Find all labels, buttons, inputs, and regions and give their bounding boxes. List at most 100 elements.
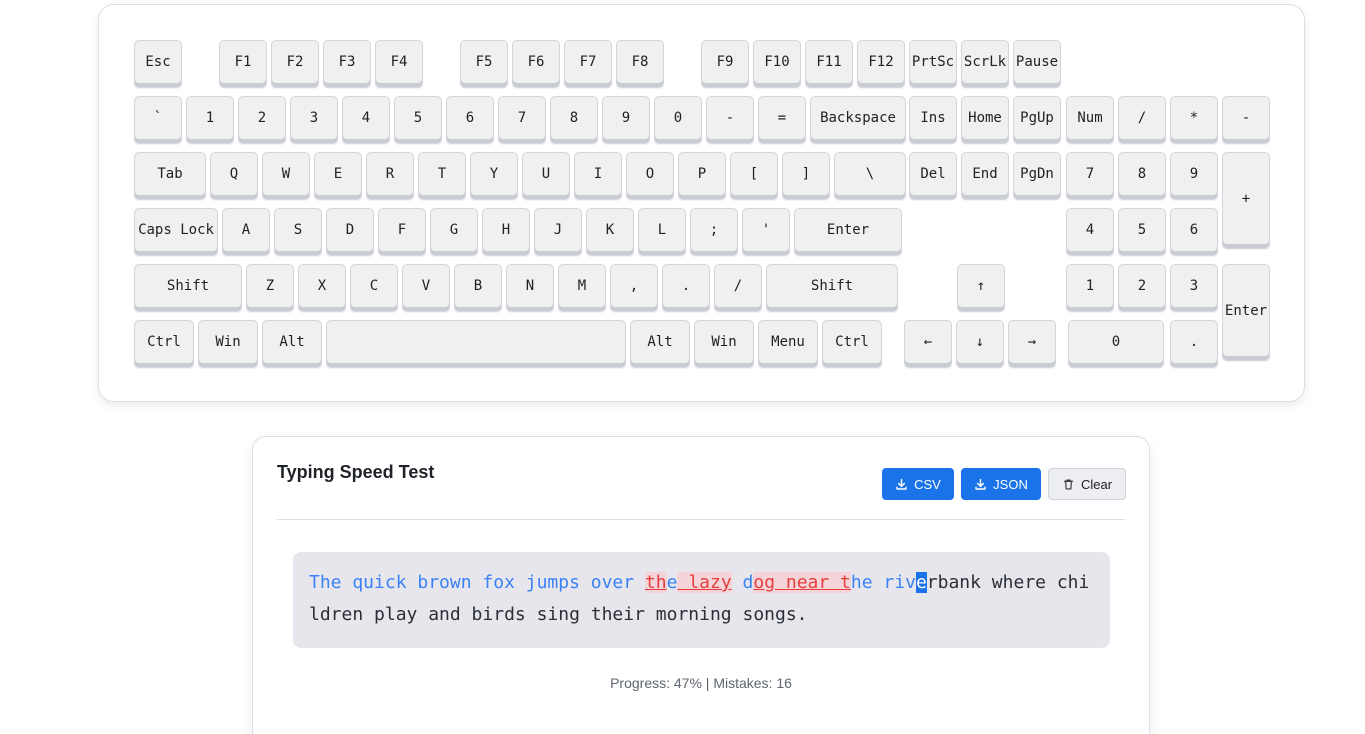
- key-num-minus[interactable]: -: [1222, 96, 1270, 144]
- key-backslash[interactable]: \: [834, 152, 906, 200]
- key-e[interactable]: E: [314, 152, 362, 200]
- key-quote[interactable]: ': [742, 208, 790, 256]
- key-num-6[interactable]: 6: [1170, 208, 1218, 256]
- key-p[interactable]: P: [678, 152, 726, 200]
- key-num-decimal[interactable]: .: [1170, 320, 1218, 368]
- key-num-4[interactable]: 4: [1066, 208, 1114, 256]
- key-num-divide[interactable]: /: [1118, 96, 1166, 144]
- key-slash[interactable]: /: [714, 264, 762, 312]
- key-rbracket[interactable]: ]: [782, 152, 830, 200]
- clear-button[interactable]: Clear: [1048, 468, 1126, 500]
- key-w[interactable]: W: [262, 152, 310, 200]
- key-prtsc[interactable]: PrtSc: [909, 40, 957, 88]
- key-alt-right[interactable]: Alt: [630, 320, 690, 368]
- key-f4[interactable]: F4: [375, 40, 423, 88]
- key-numlock[interactable]: Num: [1066, 96, 1114, 144]
- key-arrow-down[interactable]: ↓: [956, 320, 1004, 368]
- key-del[interactable]: Del: [909, 152, 957, 200]
- key-pgup[interactable]: PgUp: [1013, 96, 1061, 144]
- key-num-9[interactable]: 9: [1170, 152, 1218, 200]
- typing-text-area[interactable]: The quick brown fox jumps over the lazy …: [293, 552, 1110, 648]
- key-v[interactable]: V: [402, 264, 450, 312]
- key-4[interactable]: 4: [342, 96, 390, 144]
- key-num-enter[interactable]: Enter: [1222, 264, 1270, 361]
- key-7[interactable]: 7: [498, 96, 546, 144]
- key-scrlk[interactable]: ScrLk: [961, 40, 1009, 88]
- key-home[interactable]: Home: [961, 96, 1009, 144]
- key-minus[interactable]: -: [706, 96, 754, 144]
- key-capslock[interactable]: Caps Lock: [134, 208, 218, 256]
- key-backtick[interactable]: `: [134, 96, 182, 144]
- key-3[interactable]: 3: [290, 96, 338, 144]
- key-o[interactable]: O: [626, 152, 674, 200]
- key-2[interactable]: 2: [238, 96, 286, 144]
- key-end[interactable]: End: [961, 152, 1009, 200]
- key-num-0[interactable]: 0: [1068, 320, 1164, 368]
- key-f[interactable]: F: [378, 208, 426, 256]
- key-win-right[interactable]: Win: [694, 320, 754, 368]
- key-win-left[interactable]: Win: [198, 320, 258, 368]
- key-u[interactable]: U: [522, 152, 570, 200]
- key-f7[interactable]: F7: [564, 40, 612, 88]
- key-backspace[interactable]: Backspace: [810, 96, 906, 144]
- key-num-3[interactable]: 3: [1170, 264, 1218, 312]
- key-num-1[interactable]: 1: [1066, 264, 1114, 312]
- key-f1[interactable]: F1: [219, 40, 267, 88]
- key-arrow-left[interactable]: ←: [904, 320, 952, 368]
- key-shift-right[interactable]: Shift: [766, 264, 898, 312]
- key-arrow-up[interactable]: ↑: [957, 264, 1005, 312]
- key-lbracket[interactable]: [: [730, 152, 778, 200]
- key-0[interactable]: 0: [654, 96, 702, 144]
- key-f8[interactable]: F8: [616, 40, 664, 88]
- key-f11[interactable]: F11: [805, 40, 853, 88]
- export-json-button[interactable]: JSON: [961, 468, 1041, 500]
- key-alt-left[interactable]: Alt: [262, 320, 322, 368]
- key-r[interactable]: R: [366, 152, 414, 200]
- key-x[interactable]: X: [298, 264, 346, 312]
- key-arrow-right[interactable]: →: [1008, 320, 1056, 368]
- key-5[interactable]: 5: [394, 96, 442, 144]
- key-tab[interactable]: Tab: [134, 152, 206, 200]
- key-num-2[interactable]: 2: [1118, 264, 1166, 312]
- key-num-7[interactable]: 7: [1066, 152, 1114, 200]
- key-8[interactable]: 8: [550, 96, 598, 144]
- key-6[interactable]: 6: [446, 96, 494, 144]
- key-f6[interactable]: F6: [512, 40, 560, 88]
- key-ins[interactable]: Ins: [909, 96, 957, 144]
- key-c[interactable]: C: [350, 264, 398, 312]
- key-b[interactable]: B: [454, 264, 502, 312]
- key-z[interactable]: Z: [246, 264, 294, 312]
- key-a[interactable]: A: [222, 208, 270, 256]
- key-pgdn[interactable]: PgDn: [1013, 152, 1061, 200]
- key-h[interactable]: H: [482, 208, 530, 256]
- export-csv-button[interactable]: CSV: [882, 468, 954, 500]
- key-t[interactable]: T: [418, 152, 466, 200]
- key-period[interactable]: .: [662, 264, 710, 312]
- key-i[interactable]: I: [574, 152, 622, 200]
- key-g[interactable]: G: [430, 208, 478, 256]
- key-shift-left[interactable]: Shift: [134, 264, 242, 312]
- key-space[interactable]: [326, 320, 626, 368]
- key-l[interactable]: L: [638, 208, 686, 256]
- key-n[interactable]: N: [506, 264, 554, 312]
- key-f2[interactable]: F2: [271, 40, 319, 88]
- key-q[interactable]: Q: [210, 152, 258, 200]
- key-num-plus[interactable]: +: [1222, 152, 1270, 249]
- key-num-8[interactable]: 8: [1118, 152, 1166, 200]
- key-semicolon[interactable]: ;: [690, 208, 738, 256]
- key-j[interactable]: J: [534, 208, 582, 256]
- key-k[interactable]: K: [586, 208, 634, 256]
- key-m[interactable]: M: [558, 264, 606, 312]
- key-ctrl-right[interactable]: Ctrl: [822, 320, 882, 368]
- key-y[interactable]: Y: [470, 152, 518, 200]
- key-f3[interactable]: F3: [323, 40, 371, 88]
- key-9[interactable]: 9: [602, 96, 650, 144]
- key-equals[interactable]: =: [758, 96, 806, 144]
- key-comma[interactable]: ,: [610, 264, 658, 312]
- key-1[interactable]: 1: [186, 96, 234, 144]
- key-pause[interactable]: Pause: [1013, 40, 1061, 88]
- key-menu[interactable]: Menu: [758, 320, 818, 368]
- key-d[interactable]: D: [326, 208, 374, 256]
- key-s[interactable]: S: [274, 208, 322, 256]
- key-ctrl-left[interactable]: Ctrl: [134, 320, 194, 368]
